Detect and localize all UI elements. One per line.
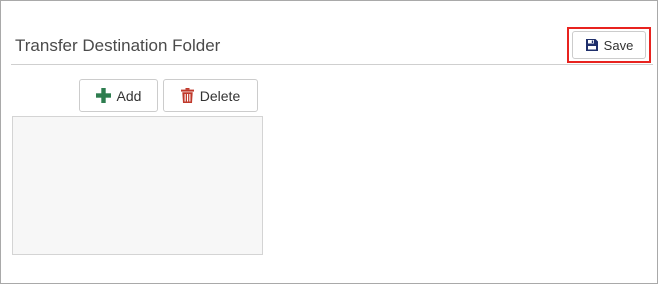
add-button[interactable]: Add: [79, 79, 158, 112]
save-button[interactable]: Save: [572, 31, 646, 59]
save-button-label: Save: [603, 37, 634, 53]
trash-icon: [180, 88, 194, 103]
plus-icon: [95, 88, 111, 103]
floppy-disk-icon: [585, 38, 599, 52]
delete-button[interactable]: Delete: [163, 79, 258, 112]
add-button-label: Add: [116, 87, 142, 104]
delete-button-label: Delete: [199, 87, 241, 104]
destination-folder-list[interactable]: [12, 116, 263, 255]
panel-frame: Transfer Destination Folder Save Add Del…: [0, 0, 658, 284]
title-divider: [11, 64, 653, 65]
page-title: Transfer Destination Folder: [15, 36, 221, 55]
